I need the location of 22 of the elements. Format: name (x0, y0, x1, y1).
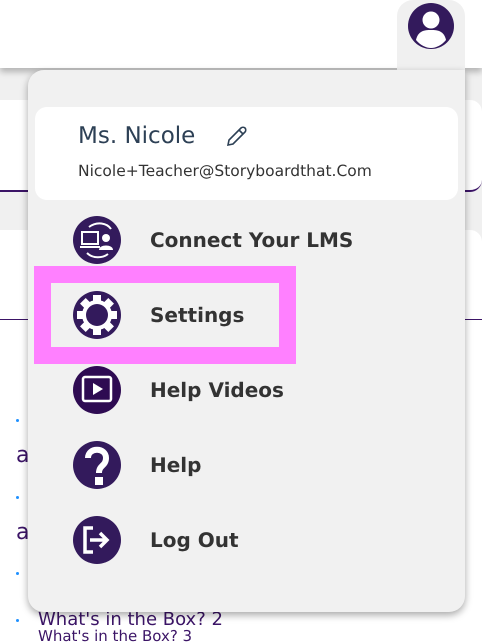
menu-item-link[interactable]: Log Out (150, 525, 239, 555)
menu-item-link[interactable]: Connect Your LMS (150, 225, 354, 255)
logout-icon (73, 516, 121, 564)
question-mark-icon (73, 441, 121, 489)
bullet-icon (16, 572, 19, 574)
bullet-icon (16, 618, 19, 622)
list-link[interactable]: What's in the Box? 3 (38, 629, 192, 643)
sync-laptop-person-icon (73, 216, 121, 264)
user-avatar-icon (408, 3, 454, 49)
menu-item-link[interactable]: Settings (150, 300, 244, 330)
edit-icon[interactable] (225, 124, 250, 148)
user-email: Nicole+Teacher@Storyboardthat.Com (78, 160, 373, 182)
menu-item-link[interactable]: Help (150, 450, 202, 480)
bullet-icon (16, 496, 19, 498)
list-link[interactable]: a (16, 521, 30, 545)
video-play-icon (73, 366, 121, 414)
list-link[interactable]: What's in the Box? 2 (38, 611, 223, 629)
bullet-icon (16, 418, 19, 422)
list-link[interactable]: a (16, 444, 30, 468)
gear-icon (73, 291, 121, 339)
user-name: Ms. Nicole (78, 122, 196, 151)
menu-item-link[interactable]: Help Videos (150, 375, 284, 405)
